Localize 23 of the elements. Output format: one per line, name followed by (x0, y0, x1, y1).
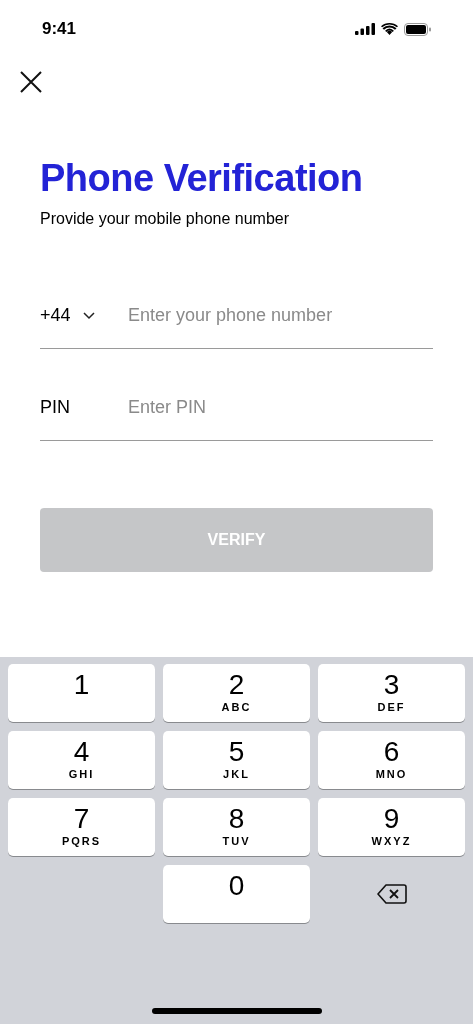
chevron-down-icon (82, 311, 95, 320)
phone-input-field[interactable]: Enter your phone number (128, 302, 433, 329)
battery-icon (404, 22, 431, 36)
keypad-key[interactable]: 4 GHI (8, 731, 155, 789)
keypad-key[interactable]: 3 DEF (318, 664, 465, 722)
keypad-key[interactable]: 9 WXYZ (318, 798, 465, 856)
pin-label: PIN (40, 396, 71, 419)
keypad-key[interactable]: 0 (163, 865, 310, 923)
country-code-dropdown[interactable]: +44 (40, 302, 128, 329)
keypad-key[interactable]: 8 TUV (163, 798, 310, 856)
keypad-key[interactable]: 7 PQRS (8, 798, 155, 856)
close-button[interactable] (20, 71, 42, 93)
page-title: Phone Verification (40, 156, 364, 201)
keypad-key[interactable]: 1 (8, 664, 155, 722)
keypad-key[interactable]: 2 ABC (163, 664, 310, 722)
backspace-icon (376, 884, 407, 904)
wifi-icon (381, 23, 398, 35)
keypad-key[interactable]: 5 JKL (163, 731, 310, 789)
subtitle: Provide your mobile phone number (40, 209, 291, 229)
pin-input-field[interactable]: Enter PIN (128, 394, 433, 421)
status-time: 9:41 (42, 18, 77, 41)
keypad-key[interactable]: 6 MNO (318, 731, 465, 789)
signal-icon (355, 23, 375, 35)
